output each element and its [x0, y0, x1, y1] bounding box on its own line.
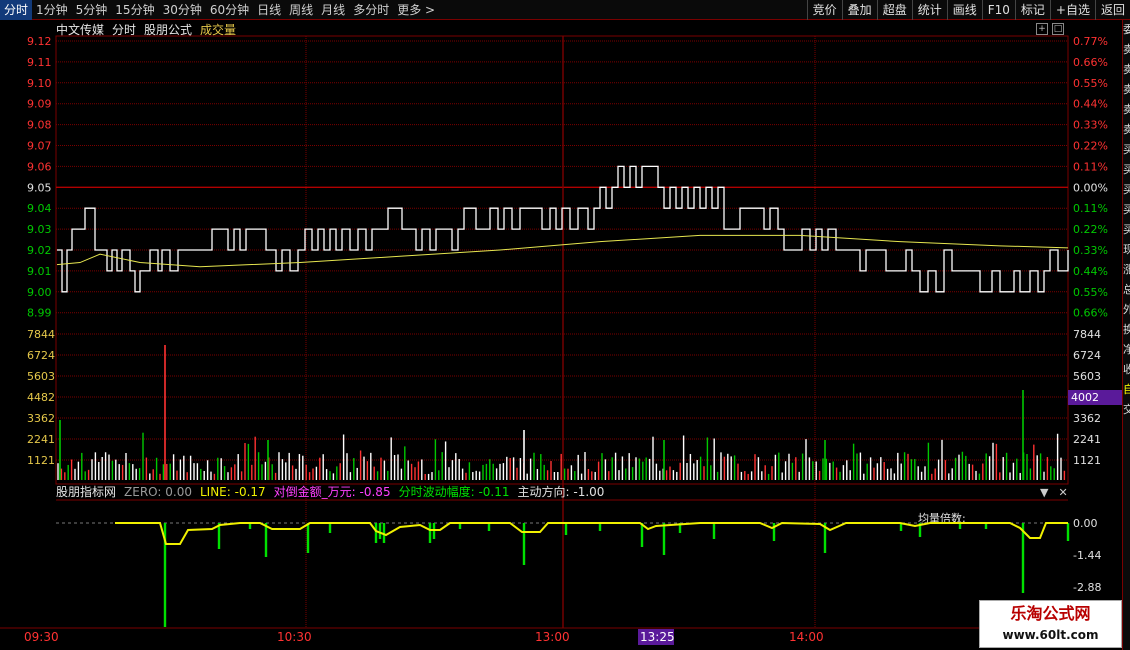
- indicator-volatility: 分时波动幅度: -0.11: [398, 485, 510, 499]
- percent-tick-label: 0.66%: [1073, 56, 1108, 69]
- volume-tick-label: 2241: [1073, 433, 1101, 446]
- indicator-amount: 对倒金额_万元: -0.85: [273, 485, 391, 499]
- indicator-line: LINE: -0.17: [199, 485, 266, 499]
- indicator-panel: 0.00-1.44-2.88均量倍数:: [56, 511, 1101, 627]
- volume-axis-right: 78446724560344823362224111214002: [1068, 328, 1122, 467]
- intraday-chart[interactable]: 9.12 9.11 9.10 9.09 9.08 9.07 9.06 9.05 9.04 9.03…: [0, 0, 1122, 650]
- volume-tick-label: 1121: [27, 454, 55, 467]
- percent-tick-label: 0.55%: [1073, 286, 1108, 299]
- price-tick-label: 9.12: [27, 35, 52, 48]
- dropdown-icon[interactable]: ▼: [1040, 486, 1048, 499]
- percent-tick-label: 0.11%: [1073, 202, 1108, 215]
- volume-tick-label: 6724: [1073, 349, 1101, 362]
- side-char: 委: [1123, 20, 1130, 40]
- price-tick-label: 9.09: [27, 98, 52, 111]
- current-volume-label: 4002: [1071, 391, 1099, 404]
- price-tick-label: 9.10: [27, 77, 52, 90]
- volume-tick-label: 3362: [27, 412, 55, 425]
- volume-tick-label: 7844: [1073, 328, 1101, 341]
- volume-tick-label: 5603: [1073, 370, 1101, 383]
- percent-tick-label: 0.22%: [1073, 223, 1108, 236]
- side-char: 现: [1123, 240, 1130, 260]
- indicator-controls: ▼ ✕: [1040, 486, 1068, 499]
- percent-tick-label: 0.44%: [1073, 98, 1108, 111]
- volume-tick-label: 1121: [1073, 454, 1101, 467]
- side-char: 总: [1123, 280, 1130, 300]
- time-tick-label: 09:30: [24, 630, 59, 644]
- indicator-tick-label: 0.00: [1073, 517, 1098, 530]
- indicator-tick-label: -2.88: [1073, 581, 1101, 594]
- indicator-zero: ZERO: 0.00: [124, 485, 192, 499]
- side-panel-strip[interactable]: 委 卖 卖 卖 卖 卖 买 买 买 买 买 现 涨 总 外 换 净 收 自 交: [1122, 20, 1130, 650]
- percent-tick-label: 0.22%: [1073, 140, 1108, 153]
- side-char: 交: [1123, 400, 1130, 420]
- percent-tick-label: 0.00%: [1073, 181, 1108, 194]
- percent-axis-right: 0.77% 0.66% 0.55% 0.44% 0.33% 0.22% 0.11% 0.00%…: [1073, 35, 1108, 320]
- side-char: 卖: [1123, 100, 1130, 120]
- time-axis: 09:30 10:30 13:00 14:00 13:25: [24, 629, 824, 645]
- price-tick-label: 9.05: [27, 181, 52, 194]
- side-char: 卖: [1123, 80, 1130, 100]
- time-tick-label: 10:30: [277, 630, 312, 644]
- percent-tick-label: 0.33%: [1073, 244, 1108, 257]
- close-icon[interactable]: ✕: [1058, 486, 1067, 499]
- volume-tick-label: 3362: [1073, 412, 1101, 425]
- indicator-name: 股朋指标网: [56, 485, 117, 499]
- indicator-direction: 主动方向: -1.00: [517, 485, 605, 499]
- volume-tick-label: 2241: [27, 433, 55, 446]
- watermark-url: www.60lt.com: [1002, 628, 1099, 642]
- side-char: 收: [1123, 360, 1130, 380]
- indicator-tick-label: -1.44: [1073, 549, 1101, 562]
- side-char: 买: [1123, 200, 1130, 220]
- volume-tick-label: 7844: [27, 328, 55, 341]
- price-tick-label: 8.99: [27, 307, 52, 320]
- price-tick-label: 9.07: [27, 140, 52, 153]
- indicator-header: 股朋指标网 ZERO: 0.00 LINE: -0.17 对倒金额_万元: -0…: [56, 484, 604, 500]
- time-tick-label: 13:00: [535, 630, 570, 644]
- side-char: 涨: [1123, 260, 1130, 280]
- side-char: 卖: [1123, 60, 1130, 80]
- side-char: 买: [1123, 160, 1130, 180]
- price-tick-label: 9.11: [27, 56, 52, 69]
- watermark-title: 乐淘公式网: [1010, 604, 1091, 623]
- percent-tick-label: 0.11%: [1073, 160, 1108, 173]
- time-cursor-label: 13:25: [640, 630, 675, 644]
- side-char: 净: [1123, 340, 1130, 360]
- price-axis-left: 9.12 9.11 9.10 9.09 9.08 9.07 9.06 9.05 9.04 9.03…: [27, 35, 52, 320]
- percent-tick-label: 0.77%: [1073, 35, 1108, 48]
- indicator-line: [115, 521, 1068, 545]
- time-tick-label: 14:00: [789, 630, 824, 644]
- percent-tick-label: 0.33%: [1073, 119, 1108, 132]
- volume-tick-label: 5603: [27, 370, 55, 383]
- side-char: 卖: [1123, 120, 1130, 140]
- side-char: 外: [1123, 300, 1130, 320]
- side-char: 买: [1123, 220, 1130, 240]
- side-char: 买: [1123, 140, 1130, 160]
- price-tick-label: 9.00: [27, 286, 52, 299]
- volume-tick-label: 6724: [27, 349, 55, 362]
- side-char: 换: [1123, 320, 1130, 340]
- side-char: 卖: [1123, 40, 1130, 60]
- percent-tick-label: 0.44%: [1073, 265, 1108, 278]
- price-tick-label: 9.04: [27, 202, 52, 215]
- price-tick-label: 9.08: [27, 119, 52, 132]
- chart-grid: [0, 35, 1122, 629]
- watermark: 乐淘公式网 www.60lt.com: [979, 600, 1122, 648]
- volume-tick-label: 4482: [27, 391, 55, 404]
- side-char: 自: [1123, 380, 1130, 400]
- price-tick-label: 9.02: [27, 244, 52, 257]
- price-tick-label: 9.01: [27, 265, 52, 278]
- price-tick-label: 9.06: [27, 160, 52, 173]
- percent-tick-label: 0.55%: [1073, 77, 1108, 90]
- percent-tick-label: 0.66%: [1073, 307, 1108, 320]
- volume-axis-left: 7844 6724 5603 4482 3362 2241 1121: [27, 328, 55, 467]
- price-tick-label: 9.03: [27, 223, 52, 236]
- side-char: 买: [1123, 180, 1130, 200]
